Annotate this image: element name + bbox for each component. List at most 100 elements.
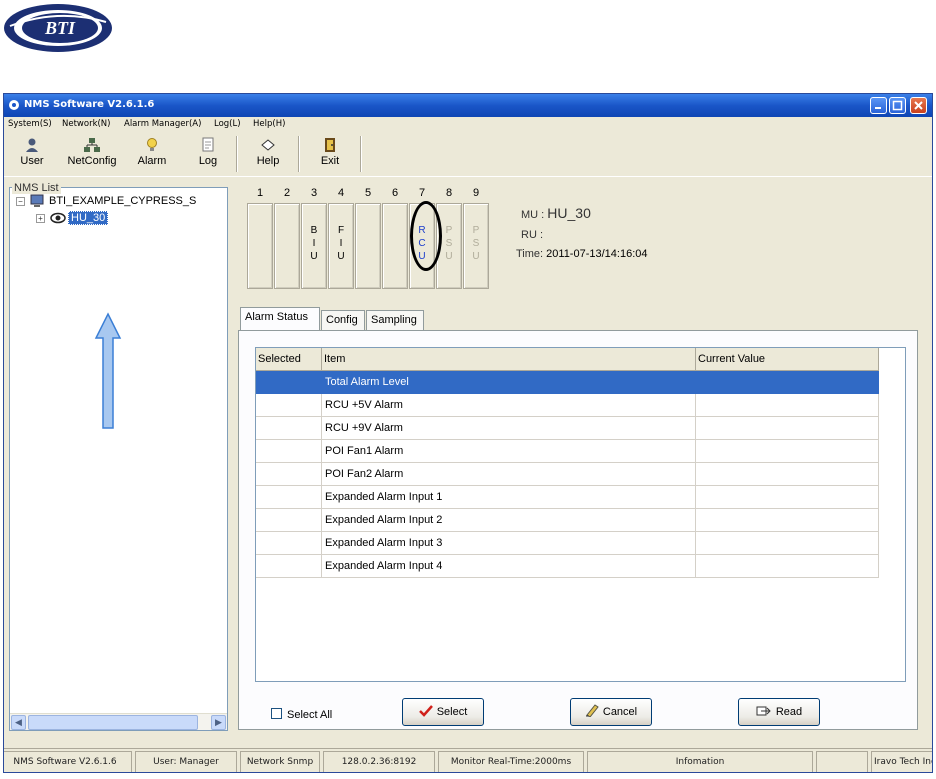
cell-selected (256, 463, 322, 486)
cell-item: Expanded Alarm Input 4 (322, 555, 696, 578)
network-icon (84, 138, 100, 152)
status-app-version: NMS Software V2.6.1.6 (4, 751, 132, 772)
table-row[interactable]: Expanded Alarm Input 3 (256, 532, 879, 555)
cell-item: POI Fan1 Alarm (322, 440, 696, 463)
slot-number: 3 (310, 187, 318, 199)
cell-value (696, 394, 879, 417)
cell-item: RCU +5V Alarm (322, 394, 696, 417)
netconfig-button[interactable]: NetConfig (64, 135, 120, 173)
exit-label: Exit (320, 155, 340, 167)
slot-number: 8 (445, 187, 453, 199)
cell-selected (256, 486, 322, 509)
close-button[interactable] (910, 97, 927, 114)
checkmark-icon (418, 705, 433, 717)
alarm-button[interactable]: Alarm (130, 135, 174, 173)
menu-help[interactable]: Help(H) (253, 119, 285, 129)
slot-number: 6 (391, 187, 399, 199)
menu-alarm-manager[interactable]: Alarm Manager(A) (124, 119, 201, 129)
cell-selected (256, 509, 322, 532)
toolbar-separator (236, 136, 238, 172)
maximize-button[interactable] (889, 97, 906, 114)
status-network: Network Snmp (240, 751, 320, 772)
nms-tree[interactable]: − BTI_EXAMPLE_CYPRESS_S + HU_30 ◀ ▶ (9, 187, 228, 731)
tree-horizontal-scrollbar[interactable]: ◀ ▶ (10, 713, 227, 730)
ru-info: RU : (521, 229, 543, 241)
menu-log[interactable]: Log(L) (214, 119, 241, 129)
scroll-thumb[interactable] (28, 715, 198, 730)
checkbox-box[interactable] (271, 708, 282, 719)
collapse-toggle[interactable]: − (16, 197, 25, 206)
cell-value (696, 440, 879, 463)
alarm-table[interactable]: Selected Item Current Value Total Alarm … (255, 347, 906, 682)
table-row[interactable]: POI Fan1 Alarm (256, 440, 879, 463)
slot-2[interactable] (274, 203, 300, 289)
toolbar-separator (298, 136, 300, 172)
cell-item: Expanded Alarm Input 3 (322, 532, 696, 555)
column-header-selected[interactable]: Selected (256, 348, 322, 371)
cell-value (696, 371, 879, 394)
toolbar-separator (360, 136, 362, 172)
time-label: Time: (516, 248, 544, 260)
tab-config[interactable]: Config (321, 310, 365, 330)
status-bar: NMS Software V2.6.1.6 User: Manager Netw… (4, 748, 932, 772)
slot-4-fiu[interactable]: FIU (328, 203, 354, 289)
slot-number: 4 (337, 187, 345, 199)
cell-item: Total Alarm Level (322, 371, 696, 394)
tab-sampling[interactable]: Sampling (366, 310, 424, 330)
scroll-left-arrow[interactable]: ◀ (11, 715, 26, 730)
app-icon (8, 99, 20, 114)
cell-value (696, 486, 879, 509)
select-all-checkbox[interactable]: Select All (271, 708, 332, 721)
menu-system[interactable]: System(S) (8, 119, 52, 129)
slot-number: 1 (256, 187, 264, 199)
status-user: User: Manager (135, 751, 237, 772)
status-empty (816, 751, 868, 772)
table-row[interactable]: Expanded Alarm Input 1 (256, 486, 879, 509)
menu-bar: System(S) Network(N) Alarm Manager(A) Lo… (4, 117, 932, 133)
cell-value (696, 463, 879, 486)
read-button-label: Read (775, 706, 803, 718)
bti-logo: BTI (2, 2, 114, 54)
cancel-button[interactable]: Cancel (570, 698, 652, 726)
log-icon (202, 137, 214, 152)
user-button[interactable]: User (10, 135, 54, 173)
column-header-current-value[interactable]: Current Value (696, 348, 879, 371)
app-window: NMS Software V2.6.1.6 System(S) Network(… (3, 93, 933, 773)
annotation-arrow (94, 312, 122, 429)
slot-9-psu[interactable]: PSU (463, 203, 489, 289)
exit-button[interactable]: Exit (308, 135, 352, 173)
netconfig-label: NetConfig (67, 155, 117, 167)
slot-number: 2 (283, 187, 291, 199)
title-bar[interactable]: NMS Software V2.6.1.6 (4, 94, 932, 117)
user-label: User (20, 155, 44, 167)
table-row[interactable]: Expanded Alarm Input 2 (256, 509, 879, 532)
slot-1[interactable] (247, 203, 273, 289)
table-row[interactable]: RCU +9V Alarm (256, 417, 879, 440)
annotation-circle (410, 201, 442, 271)
table-row[interactable]: Expanded Alarm Input 4 (256, 555, 879, 578)
computer-icon (30, 194, 44, 207)
slot-6[interactable] (382, 203, 408, 289)
select-button[interactable]: Select (402, 698, 484, 726)
slot-number: 9 (472, 187, 480, 199)
slot-number: 7 (418, 187, 426, 199)
tab-alarm-status[interactable]: Alarm Status (240, 307, 320, 331)
table-row[interactable]: POI Fan2 Alarm (256, 463, 879, 486)
minimize-button[interactable] (870, 97, 887, 114)
menu-network[interactable]: Network(N) (62, 119, 110, 129)
scroll-right-arrow[interactable]: ▶ (211, 715, 226, 730)
log-button[interactable]: Log (188, 135, 228, 173)
status-company: Iravo Tech Inc (871, 751, 932, 772)
slot-5[interactable] (355, 203, 381, 289)
cell-value (696, 532, 879, 555)
cell-value (696, 417, 879, 440)
column-header-item[interactable]: Item (322, 348, 696, 371)
slot-3-biu[interactable]: BIU (301, 203, 327, 289)
help-button[interactable]: Help (246, 135, 290, 173)
table-row[interactable]: RCU +5V Alarm (256, 394, 879, 417)
read-arrow-icon (756, 706, 771, 716)
expand-toggle[interactable]: + (36, 214, 45, 223)
table-row[interactable]: Total Alarm Level (256, 371, 879, 394)
read-button[interactable]: Read (738, 698, 820, 726)
cell-selected (256, 555, 322, 578)
